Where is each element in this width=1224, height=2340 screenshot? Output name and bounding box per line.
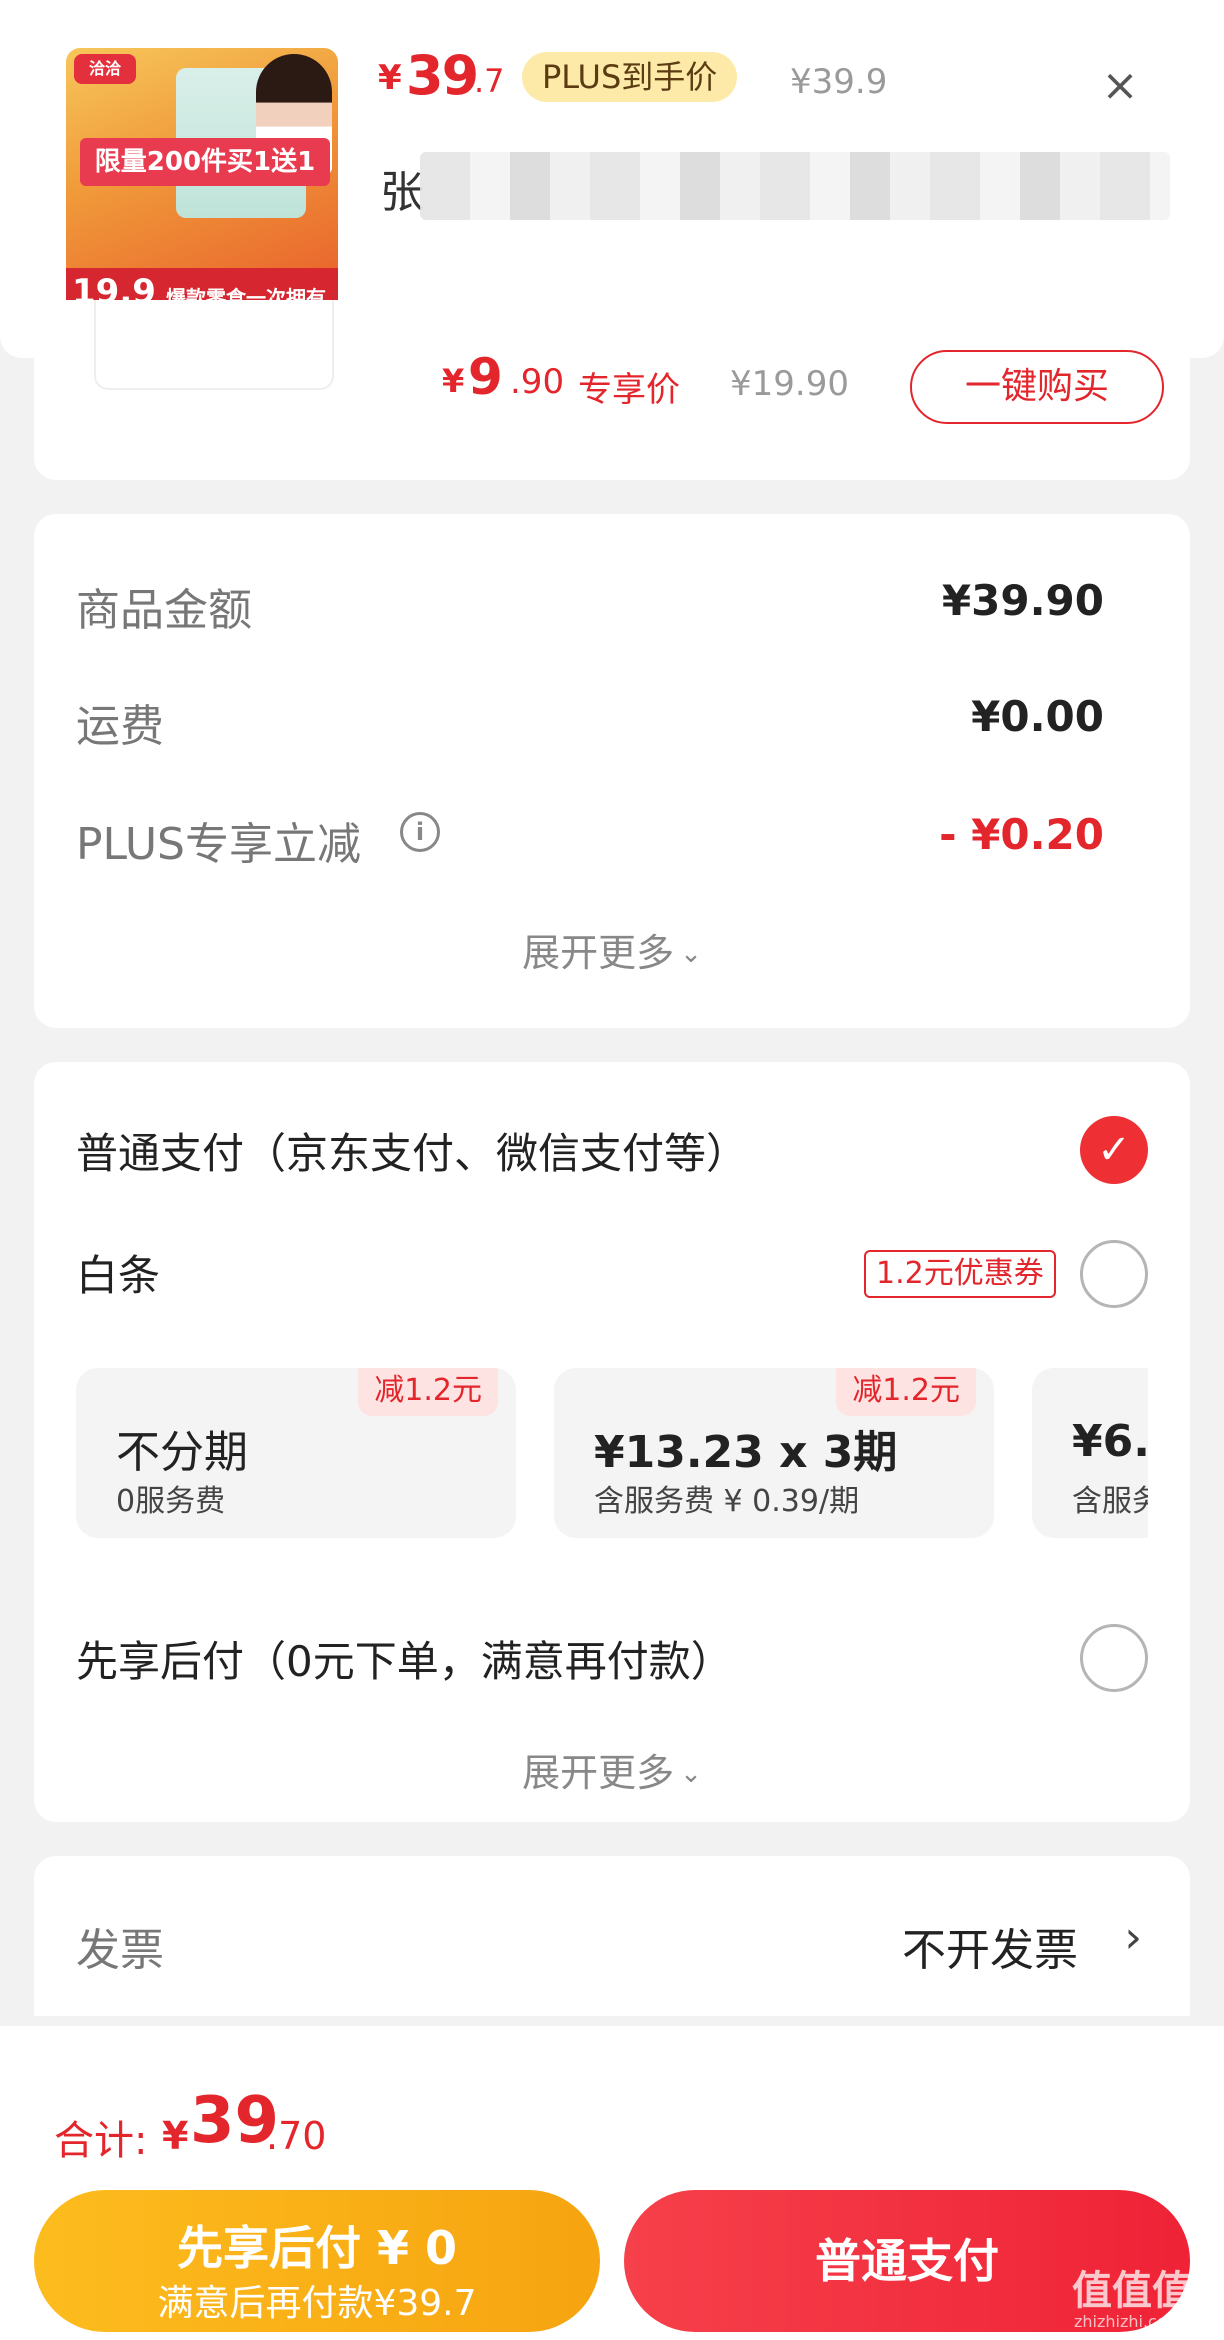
bnpl-radio[interactable] (1080, 1624, 1148, 1692)
baitiao-coupon-badge: 1.2元优惠券 (864, 1250, 1056, 1298)
invoice-label: 发票 (76, 1925, 164, 1976)
shipping-label: 运费 (76, 701, 164, 752)
price-integer: 39 (406, 44, 479, 107)
plan-fee: 含服务 (1072, 1484, 1148, 1519)
close-icon: × (1101, 60, 1139, 111)
plus-price-chip: PLUS到手价 (522, 52, 738, 102)
plan-discount-badge: 减1.2元 (836, 1368, 976, 1416)
expand-more-label: 展开更多 (522, 931, 675, 975)
payment-expand-more[interactable]: 展开更多 ⌄ (34, 1742, 1190, 1797)
baitiao-label: 白条 (76, 1251, 161, 1300)
one-click-buy-button[interactable]: 一键购买 (910, 350, 1164, 424)
watermark-url: zhizhizhi.com (1074, 2312, 1183, 2331)
payment-method-card: 普通支付（京东支付、微信支付等） ✓ 白条 1.2元优惠券 减1.2元 不分期 … (34, 1062, 1190, 1822)
total-label: 合计: (54, 2118, 148, 2164)
plan-fee: 0服务费 (116, 1484, 226, 1519)
plan-fee: 含服务费 ¥ 0.39/期 (594, 1484, 860, 1519)
promo-price-symbol: ¥ (442, 362, 465, 400)
normal-payment-radio[interactable]: ✓ (1080, 1116, 1148, 1184)
blurred-title-mask (420, 152, 1170, 220)
plan-title: 不分期 (116, 1427, 248, 1478)
total-decimal: .70 (266, 2114, 327, 2158)
promo-price-label: 专享价 (578, 370, 680, 410)
thumbnail-promo-badge: 限量200件买1送1 (80, 138, 330, 186)
promo-original-price: ¥19.90 (730, 364, 849, 404)
plus-discount-value: - ¥0.20 (939, 810, 1104, 859)
checkout-footer: 合计: ¥ 39 .70 先享后付 ¥ 0 满意后再付款¥39.7 普通支付 (0, 2026, 1224, 2340)
product-title: 张 (380, 167, 424, 218)
plan-title: ¥6.8 (1072, 1416, 1148, 1467)
promo-price-decimal: .90 (510, 362, 565, 402)
installment-plan-6[interactable]: ¥6.8 含服务 (1032, 1368, 1148, 1538)
promo-offer-row: ¥ 9 .90 专享价 ¥19.90 一键购买 (34, 300, 1190, 480)
order-summary-card: 商品金额 ¥39.90 运费 ¥0.00 PLUS专享立减 i - ¥0.20 … (34, 514, 1190, 1028)
bnpl-button[interactable]: 先享后付 ¥ 0 满意后再付款¥39.7 (34, 2190, 600, 2332)
close-button[interactable]: × (1090, 56, 1150, 116)
thumbnail-brand-logo: 洽洽 (74, 54, 136, 84)
goods-amount-label: 商品金额 (76, 585, 252, 636)
chevron-down-icon: ⌄ (680, 939, 702, 969)
installment-plan-none[interactable]: 减1.2元 不分期 0服务费 (76, 1368, 516, 1538)
shipping-value: ¥0.00 (971, 692, 1104, 741)
price-symbol: ¥ (378, 58, 402, 98)
bnpl-label: 先享后付（0元下单，满意再付款） (76, 1637, 733, 1686)
summary-expand-more[interactable]: 展开更多 ⌄ (34, 922, 1190, 977)
bnpl-button-subtitle: 满意后再付款¥39.7 (157, 2283, 477, 2324)
original-price: ¥39.9 (790, 62, 888, 102)
watermark-logo: 值值值 (1072, 2268, 1192, 2314)
invoice-value: 不开发票 (902, 1925, 1078, 1976)
check-icon: ✓ (1097, 1127, 1131, 1173)
total-symbol: ¥ (162, 2114, 189, 2158)
expand-more-label: 展开更多 (522, 1751, 675, 1795)
plus-discount-label: PLUS专享立减 (76, 819, 361, 870)
plan-discount-badge: 减1.2元 (358, 1368, 498, 1416)
baitiao-radio[interactable] (1080, 1240, 1148, 1308)
invoice-row[interactable]: 发票 不开发票 › (34, 1856, 1190, 2016)
goods-amount-value: ¥39.90 (941, 576, 1104, 625)
chevron-down-icon: ⌄ (680, 1759, 702, 1789)
normal-payment-label: 普通支付（京东支付、微信支付等） (76, 1129, 749, 1178)
price-decimal: .7 (474, 62, 505, 100)
product-thumbnail[interactable]: 洽洽 限量200件买1送1 19.9 爆款零食一次拥有 (66, 48, 338, 320)
installment-plan-3[interactable]: 减1.2元 ¥13.23 x 3期 含服务费 ¥ 0.39/期 (554, 1368, 994, 1538)
chevron-right-icon: › (1124, 1912, 1142, 1963)
info-icon[interactable]: i (400, 812, 440, 852)
promo-price-integer: 9 (468, 348, 503, 406)
bnpl-button-title: 先享后付 ¥ 0 (176, 2221, 458, 2275)
plan-title: ¥13.23 x 3期 (594, 1427, 898, 1478)
